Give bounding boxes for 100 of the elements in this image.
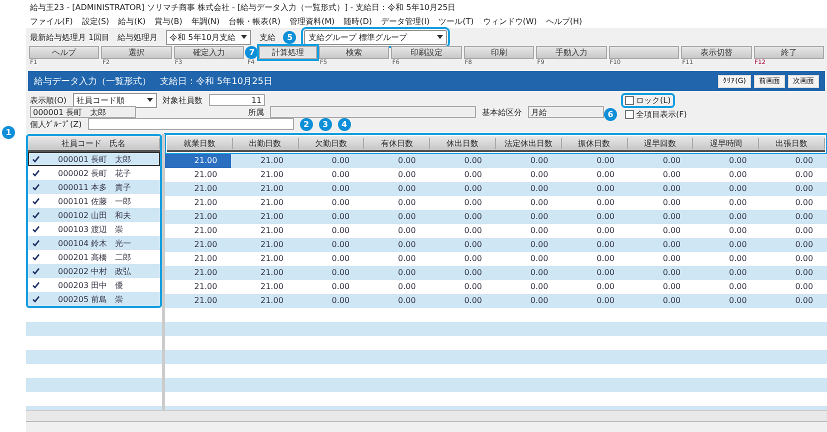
table-cell[interactable]: 0.00 [430, 154, 496, 168]
table-cell[interactable]: 0.00 [760, 196, 827, 210]
table-cell[interactable]: 0.00 [694, 168, 761, 182]
menu-item[interactable]: 管理資料(M) [289, 16, 335, 26]
employee-row[interactable]: 000202 中村 政弘 [28, 264, 160, 278]
table-cell[interactable]: 0.00 [562, 252, 628, 266]
table-cell[interactable]: 0.00 [562, 196, 628, 210]
table-cell[interactable]: 0.00 [430, 294, 496, 308]
table-cell[interactable]: 21.00 [231, 182, 298, 196]
table-cell[interactable]: 0.00 [297, 224, 364, 238]
table-cell[interactable]: 0.00 [430, 280, 496, 294]
table-cell[interactable]: 0.00 [496, 196, 562, 210]
table-cell[interactable]: 0.00 [364, 154, 430, 168]
table-cell[interactable]: 0.00 [364, 196, 430, 210]
table-cell[interactable]: 0.00 [496, 280, 562, 294]
menu-item[interactable]: 台帳・帳表(R) [228, 16, 280, 26]
menu-item[interactable]: 設定(S) [82, 16, 110, 26]
table-cell[interactable]: 0.00 [694, 294, 761, 308]
table-cell[interactable]: 0.00 [364, 266, 430, 280]
table-cell[interactable]: 0.00 [297, 252, 364, 266]
employee-row[interactable]: 000011 本多 貴子 [28, 180, 160, 194]
menu-item[interactable]: ファイル(F) [30, 16, 73, 26]
table-cell[interactable]: 0.00 [297, 294, 364, 308]
table-cell[interactable]: 0.00 [364, 280, 430, 294]
table-cell[interactable]: 0.00 [694, 154, 761, 168]
table-cell[interactable]: 0.00 [628, 280, 695, 294]
table-cell[interactable]: 21.00 [165, 252, 232, 266]
function-key-button[interactable]: 計算処理 [259, 46, 317, 59]
table-cell[interactable]: 0.00 [628, 224, 695, 238]
table-cell[interactable]: 0.00 [364, 182, 430, 196]
table-cell[interactable]: 0.00 [628, 238, 695, 252]
table-cell[interactable]: 0.00 [760, 154, 827, 168]
table-cell[interactable]: 21.00 [231, 238, 298, 252]
table-cell[interactable]: 0.00 [694, 252, 761, 266]
menu-item[interactable]: ヘルプ(H) [546, 16, 582, 26]
scrollbar[interactable] [26, 410, 827, 421]
table-cell[interactable]: 0.00 [364, 168, 430, 182]
table-cell[interactable]: 21.00 [231, 210, 298, 224]
employee-row[interactable]: 000205 前島 崇 [28, 292, 160, 306]
table-cell[interactable]: 0.00 [562, 182, 628, 196]
menu-item[interactable]: 給与(K) [118, 16, 146, 26]
group-field[interactable] [88, 118, 294, 130]
table-cell[interactable]: 0.00 [760, 294, 827, 308]
table-cell[interactable]: 0.00 [297, 196, 364, 210]
table-cell[interactable]: 21.00 [165, 210, 232, 224]
table-cell[interactable]: 0.00 [297, 266, 364, 280]
table-cell[interactable]: 0.00 [430, 238, 496, 252]
table-cell[interactable]: 0.00 [760, 224, 827, 238]
table-cell[interactable]: 0.00 [694, 266, 761, 280]
function-key-button[interactable]: 印刷 [464, 46, 534, 59]
table-cell[interactable]: 0.00 [562, 280, 628, 294]
menu-item[interactable]: データ管理(I) [381, 16, 430, 26]
table-cell[interactable]: 0.00 [364, 294, 430, 308]
table-cell[interactable]: 0.00 [628, 196, 695, 210]
table-cell[interactable]: 0.00 [496, 182, 562, 196]
table-cell[interactable]: 21.00 [165, 224, 232, 238]
table-cell[interactable]: 0.00 [694, 196, 761, 210]
table-cell[interactable]: 0.00 [297, 238, 364, 252]
table-cell[interactable]: 21.00 [231, 252, 298, 266]
function-key-button[interactable]: ヘルプ [29, 46, 100, 59]
table-cell[interactable]: 0.00 [496, 294, 562, 308]
table-cell[interactable]: 0.00 [430, 196, 496, 210]
table-cell[interactable]: 0.00 [760, 280, 827, 294]
function-key-button[interactable] [608, 46, 680, 59]
table-cell[interactable]: 0.00 [760, 266, 827, 280]
checkbox[interactable]: 全項目表示(F) [623, 108, 689, 120]
table-cell[interactable]: 0.00 [496, 210, 562, 224]
table-cell[interactable]: 0.00 [496, 168, 562, 182]
table-cell[interactable]: 0.00 [694, 210, 761, 224]
table-cell[interactable]: 0.00 [628, 210, 695, 224]
table-cell[interactable]: 0.00 [430, 168, 496, 182]
table-cell[interactable]: 0.00 [496, 266, 562, 280]
table-cell[interactable]: 21.00 [165, 168, 232, 182]
table-cell[interactable]: 0.00 [628, 168, 695, 182]
function-key-button[interactable]: 検索 [318, 46, 390, 59]
employee-row[interactable]: 000001 長町 太郎 [28, 152, 160, 166]
table-cell[interactable]: 0.00 [562, 224, 628, 238]
table-cell[interactable]: 0.00 [430, 266, 496, 280]
table-cell[interactable]: 0.00 [562, 168, 628, 182]
table-cell[interactable]: 0.00 [297, 182, 364, 196]
order-select[interactable]: 社員コード順 [72, 92, 157, 108]
table-cell[interactable]: 0.00 [297, 154, 364, 168]
table-cell[interactable]: 0.00 [297, 210, 364, 224]
function-key-button[interactable]: 手動入力 [536, 46, 607, 59]
menu-item[interactable]: 年調(N) [191, 16, 220, 26]
table-cell[interactable]: 0.00 [496, 252, 562, 266]
table-cell[interactable]: 0.00 [364, 238, 430, 252]
table-cell[interactable]: 0.00 [430, 224, 496, 238]
menu-item[interactable]: ツール(T) [438, 16, 474, 26]
table-cell[interactable]: 21.00 [165, 266, 232, 280]
table-cell[interactable]: 0.00 [628, 294, 695, 308]
table-cell[interactable]: 0.00 [364, 252, 430, 266]
table-cell[interactable]: 0.00 [364, 224, 430, 238]
table-cell[interactable]: 0.00 [694, 280, 761, 294]
table-cell[interactable]: 0.00 [628, 252, 695, 266]
table-cell[interactable]: 21.00 [231, 196, 298, 210]
menu-item[interactable]: 賞与(B) [154, 16, 182, 26]
table-cell[interactable]: 21.00 [165, 182, 232, 196]
table-cell[interactable]: 21.00 [165, 196, 232, 210]
table-cell[interactable]: 0.00 [562, 266, 628, 280]
